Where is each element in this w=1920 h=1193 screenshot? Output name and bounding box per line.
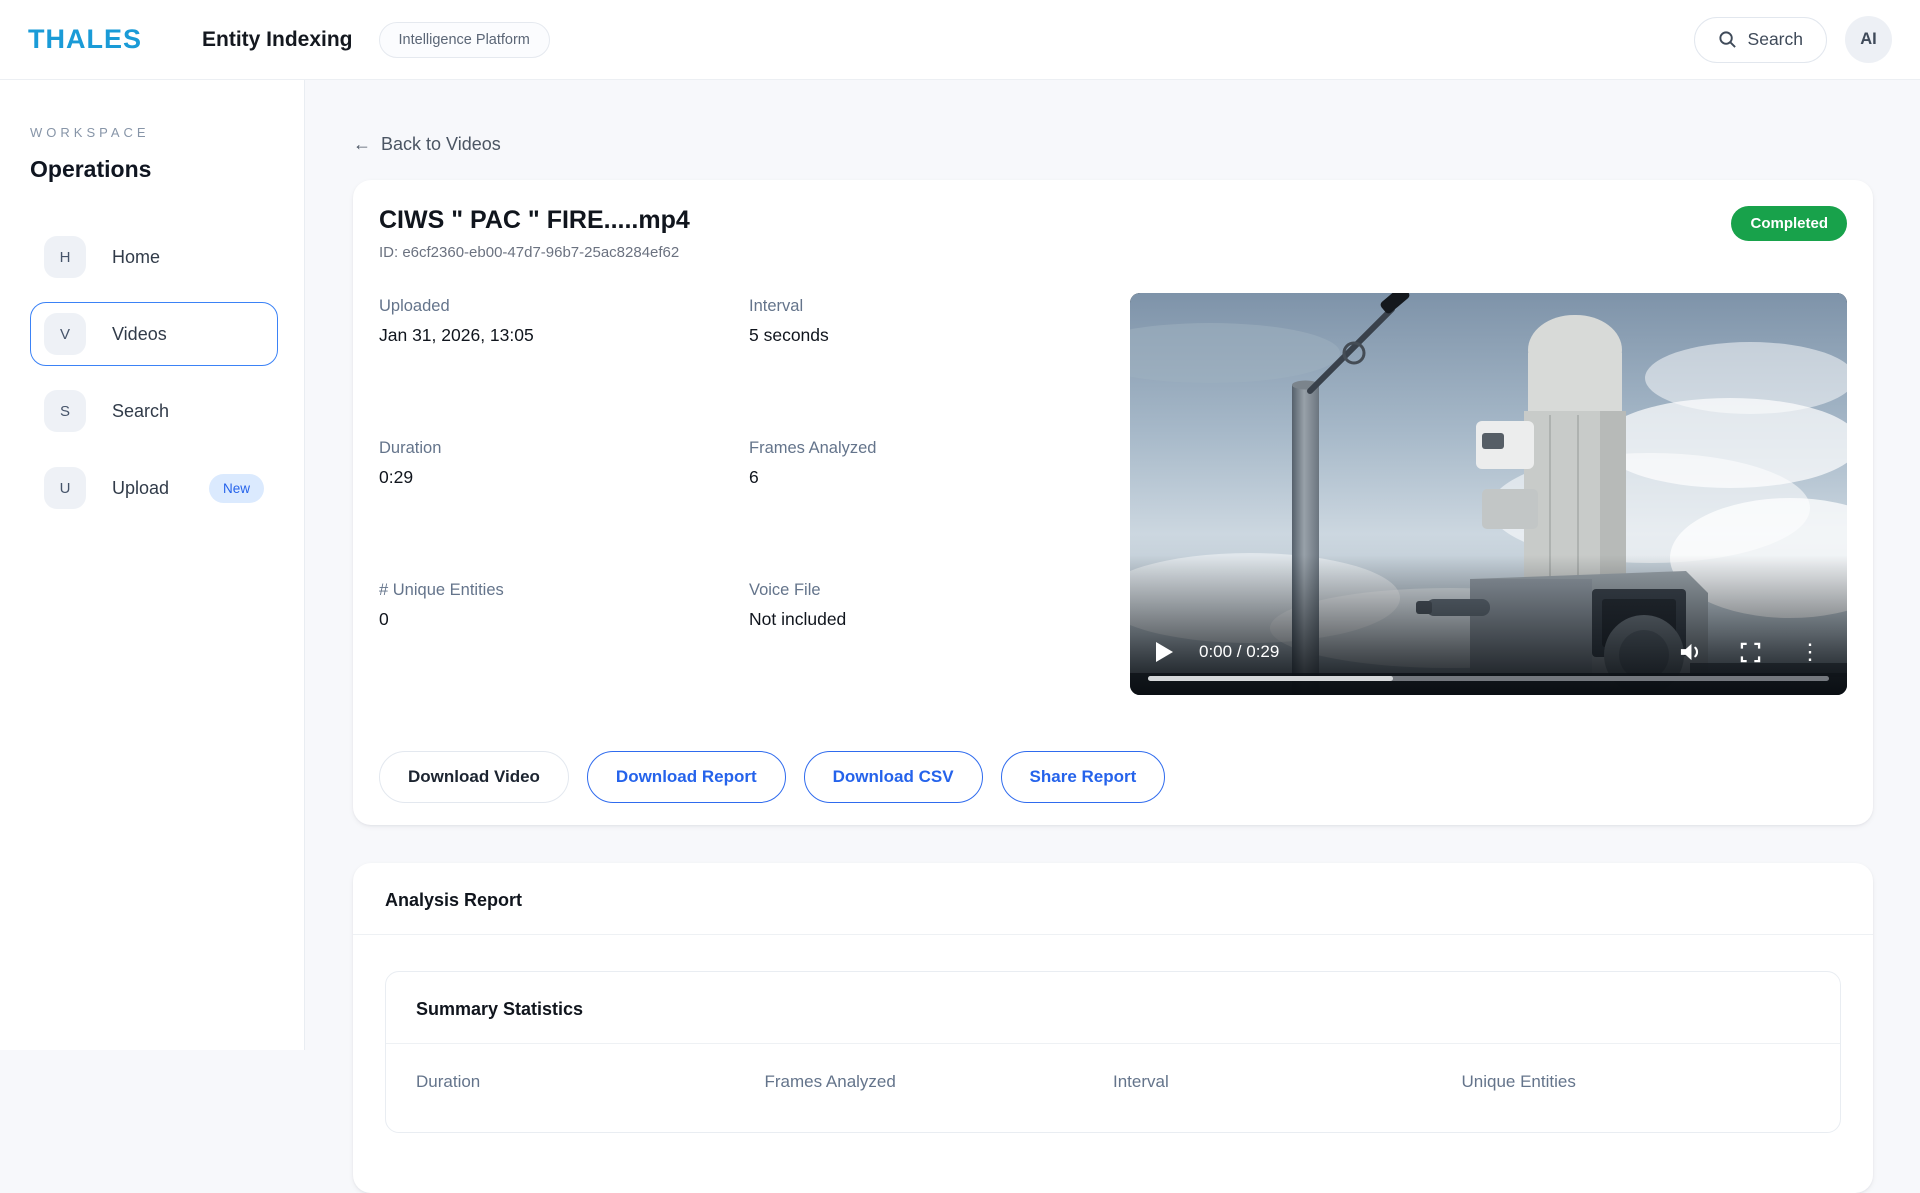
video-player[interactable]: 0:00 / 0:29 ⋮ <box>1130 293 1847 695</box>
video-detail-card: CIWS " PAC " FIRE.....mp4 ID: e6cf2360-e… <box>353 180 1873 825</box>
sidebar-item-videos[interactable]: V Videos <box>30 302 278 366</box>
analysis-report-title: Analysis Report <box>353 863 1873 935</box>
meta-value: 0 <box>379 609 749 630</box>
new-badge: New <box>209 474 264 503</box>
app-title: Entity Indexing <box>202 28 353 52</box>
meta-value: 6 <box>749 467 1130 488</box>
stat-column-frames-analyzed: Frames Analyzed <box>765 1072 1114 1092</box>
home-initial-icon: H <box>44 236 86 278</box>
meta-label: Duration <box>379 439 749 458</box>
sidebar-item-label: Search <box>112 401 169 422</box>
header-search-button[interactable]: Search <box>1694 17 1827 63</box>
sidebar-item-upload[interactable]: U Upload New <box>30 456 278 520</box>
download-video-button[interactable]: Download Video <box>379 751 569 803</box>
player-time: 0:00 / 0:29 <box>1199 642 1279 662</box>
header-actions: Search AI <box>1694 16 1892 63</box>
meta-value: 5 seconds <box>749 325 1130 346</box>
analysis-report-body: Summary Statistics Duration Frames Analy… <box>353 935 1873 1193</box>
meta-value: Jan 31, 2026, 13:05 <box>379 325 749 346</box>
meta-label: # Unique Entities <box>379 581 749 600</box>
fullscreen-icon[interactable] <box>1740 642 1761 663</box>
back-arrow-icon: ← <box>353 134 371 155</box>
sidebar-nav: H Home V Videos S Search U Upload New <box>30 225 278 520</box>
sidebar-item-search[interactable]: S Search <box>30 379 278 443</box>
meta-unique-entities: # Unique Entities 0 <box>379 581 749 723</box>
avatar[interactable]: AI <box>1845 16 1892 63</box>
stat-column-duration: Duration <box>416 1072 765 1092</box>
share-report-button[interactable]: Share Report <box>1001 751 1166 803</box>
workspace-label: WORKSPACE <box>30 125 278 140</box>
sidebar-item-home[interactable]: H Home <box>30 225 278 289</box>
summary-stats-row: Duration Frames Analyzed Interval Unique… <box>386 1044 1840 1132</box>
status-badge: Completed <box>1731 206 1847 241</box>
meta-duration: Duration 0:29 <box>379 439 749 581</box>
sidebar: WORKSPACE Operations H Home V Videos S S… <box>0 80 305 1050</box>
upload-initial-icon: U <box>44 467 86 509</box>
meta-label: Frames Analyzed <box>749 439 1130 458</box>
download-report-button[interactable]: Download Report <box>587 751 786 803</box>
download-csv-button[interactable]: Download CSV <box>804 751 983 803</box>
player-progress-bar[interactable] <box>1148 676 1829 681</box>
meta-value: Not included <box>749 609 1130 630</box>
video-title: CIWS " PAC " FIRE.....mp4 <box>379 206 690 235</box>
summary-statistics-title: Summary Statistics <box>386 972 1840 1044</box>
video-title-block: CIWS " PAC " FIRE.....mp4 ID: e6cf2360-e… <box>379 206 690 261</box>
sidebar-item-label: Home <box>112 247 160 268</box>
video-actions: Download Video Download Report Download … <box>379 751 1847 803</box>
video-id: ID: e6cf2360-eb00-47d7-96b7-25ac8284ef62 <box>379 244 690 261</box>
workspace-name: Operations <box>30 156 278 183</box>
search-button-label: Search <box>1748 29 1803 50</box>
video-metadata-grid: Uploaded Jan 31, 2026, 13:05 Interval 5 … <box>379 293 1130 723</box>
meta-label: Voice File <box>749 581 1130 600</box>
video-card-body: Uploaded Jan 31, 2026, 13:05 Interval 5 … <box>379 293 1847 723</box>
player-buffered-segment <box>1148 676 1393 681</box>
player-controls: 0:00 / 0:29 ⋮ <box>1156 641 1821 663</box>
meta-value: 0:29 <box>379 467 749 488</box>
search-initial-icon: S <box>44 390 86 432</box>
player-menu-icon[interactable]: ⋮ <box>1799 641 1821 663</box>
video-thumbnail-ciws <box>1130 293 1847 695</box>
stat-column-unique-entities: Unique Entities <box>1462 1072 1811 1092</box>
platform-badge: Intelligence Platform <box>379 22 550 58</box>
meta-voice-file: Voice File Not included <box>749 581 1130 723</box>
play-icon[interactable] <box>1156 642 1173 662</box>
videos-initial-icon: V <box>44 313 86 355</box>
back-to-videos-link[interactable]: ← Back to Videos <box>353 134 501 155</box>
sidebar-item-label: Videos <box>112 324 167 345</box>
meta-uploaded: Uploaded Jan 31, 2026, 13:05 <box>379 297 749 439</box>
main-content: ← Back to Videos CIWS " PAC " FIRE.....m… <box>305 80 1920 1193</box>
volume-icon[interactable] <box>1679 641 1702 663</box>
summary-statistics-card: Summary Statistics Duration Frames Analy… <box>385 971 1841 1133</box>
back-link-label: Back to Videos <box>381 134 501 155</box>
player-right-controls: ⋮ <box>1679 641 1821 663</box>
meta-interval: Interval 5 seconds <box>749 297 1130 439</box>
video-card-header: CIWS " PAC " FIRE.....mp4 ID: e6cf2360-e… <box>379 206 1847 261</box>
meta-label: Uploaded <box>379 297 749 316</box>
search-icon <box>1718 30 1737 49</box>
meta-label: Interval <box>749 297 1130 316</box>
thales-logo: THALES <box>28 24 142 55</box>
stat-column-interval: Interval <box>1113 1072 1462 1092</box>
top-header: THALES Entity Indexing Intelligence Plat… <box>0 0 1920 80</box>
sidebar-item-label: Upload <box>112 478 169 499</box>
meta-frames-analyzed: Frames Analyzed 6 <box>749 439 1130 581</box>
analysis-report-card: Analysis Report Summary Statistics Durat… <box>353 863 1873 1193</box>
